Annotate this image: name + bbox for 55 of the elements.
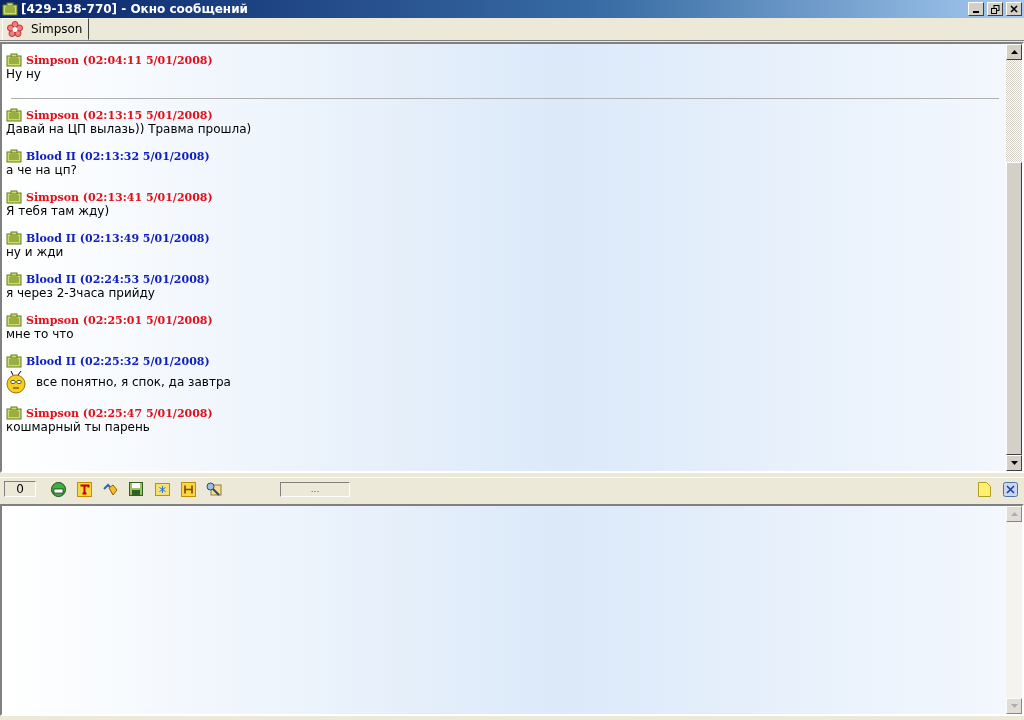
- message-author: Simpson (02:04:11 5/01/2008): [26, 54, 213, 67]
- smiley-icon: [6, 370, 26, 394]
- status-field: ...: [280, 481, 350, 497]
- message-author: Simpson (02:13:41 5/01/2008): [26, 191, 213, 204]
- asterisk-icon: [154, 482, 170, 496]
- close-icon: [1002, 481, 1018, 497]
- letter-t-icon: [76, 481, 92, 497]
- save-button[interactable]: [126, 480, 146, 498]
- up-arrow-icon: [1010, 50, 1018, 54]
- letter-h-icon: [180, 481, 196, 497]
- message-text: я через 2-3часа прийду: [6, 286, 156, 301]
- note-icon: [6, 149, 22, 163]
- down-arrow-icon: [1010, 461, 1018, 465]
- message-author: Simpson (02:13:15 5/01/2008): [26, 109, 213, 122]
- message-author: Simpson (02:25:01 5/01/2008): [26, 314, 213, 327]
- message-text: Давай на ЦП вылазь)) Травма прошла): [6, 122, 253, 137]
- insert-button[interactable]: [152, 480, 172, 498]
- note-icon: [2, 2, 18, 16]
- history-button[interactable]: [178, 480, 198, 498]
- note-icon: [6, 313, 22, 327]
- restore-icon: [990, 4, 1000, 14]
- scroll-down-button[interactable]: [1006, 455, 1022, 471]
- message-author: Simpson (02:25:47 5/01/2008): [26, 407, 213, 420]
- note-icon: [6, 406, 22, 420]
- restore-button[interactable]: [987, 2, 1003, 16]
- message-text: кошмарный ты парень: [6, 420, 151, 435]
- message-text: а че на цп?: [6, 163, 78, 178]
- scroll-up-button[interactable]: [1006, 44, 1022, 60]
- message-text: все понятно, я спок, да завтра: [36, 374, 231, 390]
- close-button[interactable]: [1006, 2, 1022, 16]
- close-icon: [1010, 5, 1018, 13]
- note-icon: [6, 272, 22, 286]
- note-icon: [6, 231, 22, 245]
- flower-icon: [7, 21, 23, 37]
- message-author: Blood II (02:25:32 5/01/2008): [26, 355, 210, 368]
- minimize-button[interactable]: [968, 2, 984, 16]
- note-icon: [6, 108, 22, 122]
- message-text: ну и жди: [6, 245, 65, 260]
- message-text: Я тебя там жду): [6, 204, 111, 219]
- message-text: мне то что: [6, 327, 75, 342]
- chat-tab[interactable]: Simpson: [2, 18, 90, 40]
- message-author: Blood II (02:13:49 5/01/2008): [26, 232, 210, 245]
- close-tab-button[interactable]: [1000, 480, 1020, 498]
- note-icon: [6, 190, 22, 204]
- note-icon: [6, 354, 22, 368]
- note-icon: [6, 53, 22, 67]
- message-text: Ну ну: [6, 67, 42, 82]
- font-button[interactable]: [74, 480, 94, 498]
- message-counter: 0: [4, 481, 36, 497]
- message-author: Blood II (02:13:32 5/01/2008): [26, 150, 210, 163]
- window-title: [429-138-770] - Окно сообщений: [21, 2, 249, 16]
- page-icon: [977, 481, 991, 497]
- message-author: Blood II (02:24:53 5/01/2008): [26, 273, 210, 286]
- paint-bucket-icon: [102, 481, 118, 497]
- scrollbar-thumb[interactable]: [1006, 162, 1022, 455]
